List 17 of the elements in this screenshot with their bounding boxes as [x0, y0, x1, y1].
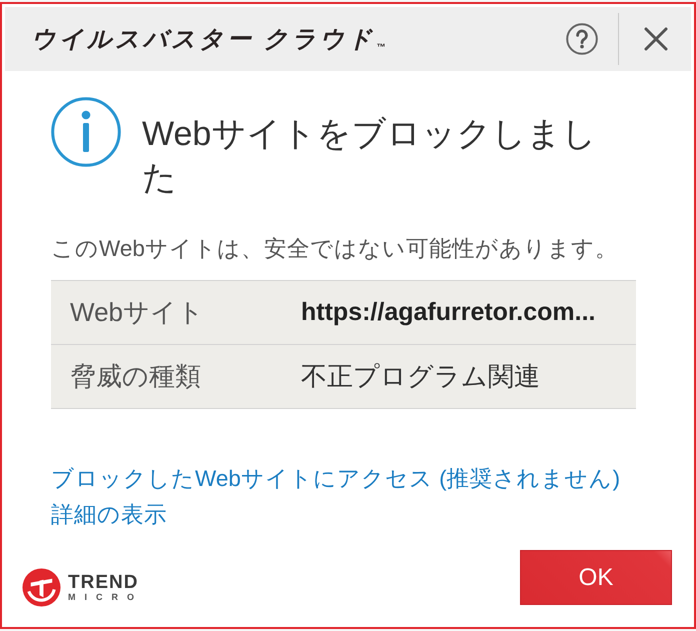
- website-url: https://agafurretor.com...: [301, 298, 596, 327]
- detail-label: Webサイト: [69, 296, 205, 329]
- trademark-sign: ™: [376, 42, 386, 52]
- show-details-link[interactable]: 詳細の表示: [51, 497, 167, 533]
- detail-value: 不正プログラム関連: [301, 360, 540, 393]
- dialog-heading: Webサイトをブロックしました: [142, 114, 598, 199]
- detail-label: 脅威の種類: [69, 360, 202, 393]
- app-logo-text: ウイルスバスター クラウド: [31, 25, 376, 55]
- brand-logo-icon: [22, 568, 61, 607]
- warning-description: このWebサイトは、安全ではない可能性があります。: [51, 235, 618, 263]
- brand-name-line: TREND: [68, 572, 140, 592]
- ok-button[interactable]: OK: [520, 550, 672, 605]
- access-site-link[interactable]: ブロックしたWebサイトにアクセス (推奨されません): [51, 461, 620, 497]
- info-icon: [51, 97, 121, 167]
- close-icon[interactable]: [644, 27, 668, 51]
- brand-name-line: MICRO: [68, 592, 143, 602]
- help-icon[interactable]: [566, 23, 598, 55]
